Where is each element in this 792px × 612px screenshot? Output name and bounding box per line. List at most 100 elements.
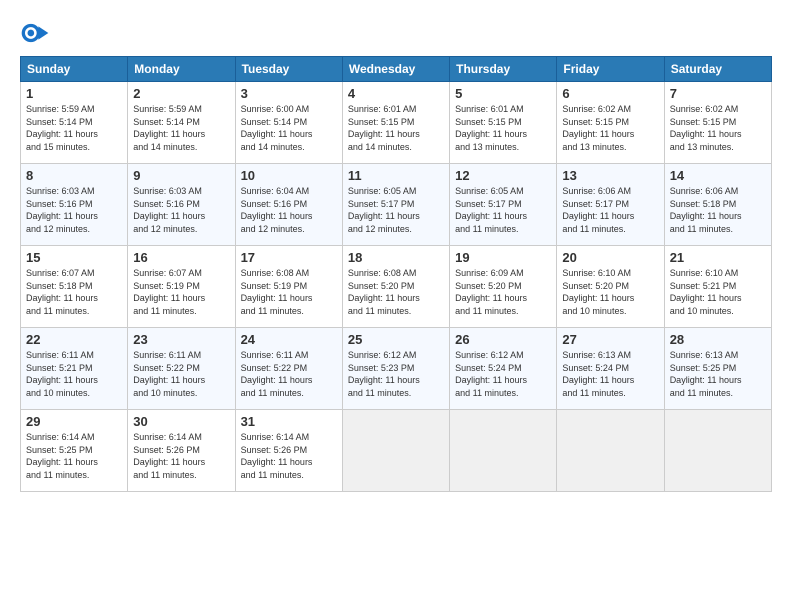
day-number: 29 [26,414,122,429]
day-number: 30 [133,414,229,429]
day-number: 19 [455,250,551,265]
weekday-header-row: SundayMondayTuesdayWednesdayThursdayFrid… [21,57,772,82]
cell-content: Sunrise: 6:08 AMSunset: 5:20 PMDaylight:… [348,267,444,317]
calendar-cell: 3 Sunrise: 6:00 AMSunset: 5:14 PMDaylight… [235,82,342,164]
day-number: 27 [562,332,658,347]
calendar-cell: 31 Sunrise: 6:14 AMSunset: 5:26 PMDayligh… [235,410,342,492]
calendar-cell: 9 Sunrise: 6:03 AMSunset: 5:16 PMDaylight… [128,164,235,246]
day-number: 24 [241,332,337,347]
calendar-cell [664,410,771,492]
day-number: 3 [241,86,337,101]
day-number: 4 [348,86,444,101]
calendar-cell: 22 Sunrise: 6:11 AMSunset: 5:21 PMDayligh… [21,328,128,410]
cell-content: Sunrise: 6:06 AMSunset: 5:17 PMDaylight:… [562,185,658,235]
weekday-header-friday: Friday [557,57,664,82]
cell-content: Sunrise: 6:14 AMSunset: 5:26 PMDaylight:… [133,431,229,481]
calendar-cell [342,410,449,492]
cell-content: Sunrise: 6:09 AMSunset: 5:20 PMDaylight:… [455,267,551,317]
calendar-cell: 25 Sunrise: 6:12 AMSunset: 5:23 PMDayligh… [342,328,449,410]
cell-content: Sunrise: 6:02 AMSunset: 5:15 PMDaylight:… [562,103,658,153]
day-number: 13 [562,168,658,183]
day-number: 21 [670,250,766,265]
calendar-cell: 20Sunrise: 6:10 AMSunset: 5:20 PMDayligh… [557,246,664,328]
day-number: 18 [348,250,444,265]
cell-content: Sunrise: 6:10 AMSunset: 5:21 PMDaylight:… [670,267,766,317]
cell-content: Sunrise: 6:02 AMSunset: 5:15 PMDaylight:… [670,103,766,153]
cell-content: Sunrise: 6:10 AMSunset: 5:20 PMDaylight:… [562,267,658,317]
day-number: 6 [562,86,658,101]
cell-content: Sunrise: 5:59 AMSunset: 5:14 PMDaylight:… [133,103,229,153]
day-number: 22 [26,332,122,347]
cell-content: Sunrise: 6:13 AMSunset: 5:24 PMDaylight:… [562,349,658,399]
calendar-cell: 1Sunrise: 5:59 AMSunset: 5:14 PMDaylight… [21,82,128,164]
day-number: 16 [133,250,229,265]
calendar-cell: 7 Sunrise: 6:02 AMSunset: 5:15 PMDaylight… [664,82,771,164]
week-row-3: 22 Sunrise: 6:11 AMSunset: 5:21 PMDayligh… [21,328,772,410]
calendar-cell: 11Sunrise: 6:05 AMSunset: 5:17 PMDayligh… [342,164,449,246]
day-number: 23 [133,332,229,347]
cell-content: Sunrise: 6:05 AMSunset: 5:17 PMDaylight:… [455,185,551,235]
cell-content: Sunrise: 6:04 AMSunset: 5:16 PMDaylight:… [241,185,337,235]
cell-content: Sunrise: 6:11 AMSunset: 5:22 PMDaylight:… [241,349,337,399]
header [20,18,772,48]
weekday-header-monday: Monday [128,57,235,82]
week-row-2: 15 Sunrise: 6:07 AMSunset: 5:18 PMDayligh… [21,246,772,328]
day-number: 7 [670,86,766,101]
calendar-cell: 5Sunrise: 6:01 AMSunset: 5:15 PMDaylight… [450,82,557,164]
weekday-header-saturday: Saturday [664,57,771,82]
day-number: 1 [26,86,122,101]
day-number: 11 [348,168,444,183]
calendar-table: SundayMondayTuesdayWednesdayThursdayFrid… [20,56,772,492]
weekday-header-thursday: Thursday [450,57,557,82]
calendar-cell: 27 Sunrise: 6:13 AMSunset: 5:24 PMDayligh… [557,328,664,410]
cell-content: Sunrise: 6:06 AMSunset: 5:18 PMDaylight:… [670,185,766,235]
calendar-cell: 6 Sunrise: 6:02 AMSunset: 5:15 PMDaylight… [557,82,664,164]
calendar-cell: 17 Sunrise: 6:08 AMSunset: 5:19 PMDayligh… [235,246,342,328]
day-number: 25 [348,332,444,347]
day-number: 10 [241,168,337,183]
day-number: 2 [133,86,229,101]
cell-content: Sunrise: 6:08 AMSunset: 5:19 PMDaylight:… [241,267,337,317]
page: SundayMondayTuesdayWednesdayThursdayFrid… [0,0,792,612]
weekday-header-sunday: Sunday [21,57,128,82]
logo-icon [20,18,50,48]
calendar-cell [557,410,664,492]
calendar-cell: 29Sunrise: 6:14 AMSunset: 5:25 PMDayligh… [21,410,128,492]
day-number: 31 [241,414,337,429]
cell-content: Sunrise: 6:07 AMSunset: 5:19 PMDaylight:… [133,267,229,317]
calendar-cell: 14 Sunrise: 6:06 AMSunset: 5:18 PMDayligh… [664,164,771,246]
calendar-cell [450,410,557,492]
day-number: 12 [455,168,551,183]
cell-content: Sunrise: 6:03 AMSunset: 5:16 PMDaylight:… [26,185,122,235]
cell-content: Sunrise: 6:03 AMSunset: 5:16 PMDaylight:… [133,185,229,235]
week-row-4: 29Sunrise: 6:14 AMSunset: 5:25 PMDayligh… [21,410,772,492]
cell-content: Sunrise: 6:11 AMSunset: 5:22 PMDaylight:… [133,349,229,399]
calendar-cell: 30 Sunrise: 6:14 AMSunset: 5:26 PMDayligh… [128,410,235,492]
cell-content: Sunrise: 6:01 AMSunset: 5:15 PMDaylight:… [348,103,444,153]
day-number: 28 [670,332,766,347]
day-number: 14 [670,168,766,183]
calendar-cell: 12 Sunrise: 6:05 AMSunset: 5:17 PMDayligh… [450,164,557,246]
calendar-cell: 10 Sunrise: 6:04 AMSunset: 5:16 PMDayligh… [235,164,342,246]
day-number: 5 [455,86,551,101]
calendar-cell: 21 Sunrise: 6:10 AMSunset: 5:21 PMDayligh… [664,246,771,328]
logo [20,18,54,48]
cell-content: Sunrise: 6:12 AMSunset: 5:23 PMDaylight:… [348,349,444,399]
calendar-cell: 2 Sunrise: 5:59 AMSunset: 5:14 PMDaylight… [128,82,235,164]
weekday-header-wednesday: Wednesday [342,57,449,82]
cell-content: Sunrise: 6:07 AMSunset: 5:18 PMDaylight:… [26,267,122,317]
calendar-cell: 24 Sunrise: 6:11 AMSunset: 5:22 PMDayligh… [235,328,342,410]
calendar-cell: 13 Sunrise: 6:06 AMSunset: 5:17 PMDayligh… [557,164,664,246]
calendar-cell: 28 Sunrise: 6:13 AMSunset: 5:25 PMDayligh… [664,328,771,410]
cell-content: Sunrise: 6:14 AMSunset: 5:26 PMDaylight:… [241,431,337,481]
cell-content: Sunrise: 6:13 AMSunset: 5:25 PMDaylight:… [670,349,766,399]
day-number: 15 [26,250,122,265]
day-number: 8 [26,168,122,183]
cell-content: Sunrise: 6:00 AMSunset: 5:14 PMDaylight:… [241,103,337,153]
day-number: 9 [133,168,229,183]
day-number: 17 [241,250,337,265]
calendar-cell: 18 Sunrise: 6:08 AMSunset: 5:20 PMDayligh… [342,246,449,328]
calendar-cell: 26Sunrise: 6:12 AMSunset: 5:24 PMDayligh… [450,328,557,410]
calendar-cell: 23 Sunrise: 6:11 AMSunset: 5:22 PMDayligh… [128,328,235,410]
cell-content: Sunrise: 6:11 AMSunset: 5:21 PMDaylight:… [26,349,122,399]
